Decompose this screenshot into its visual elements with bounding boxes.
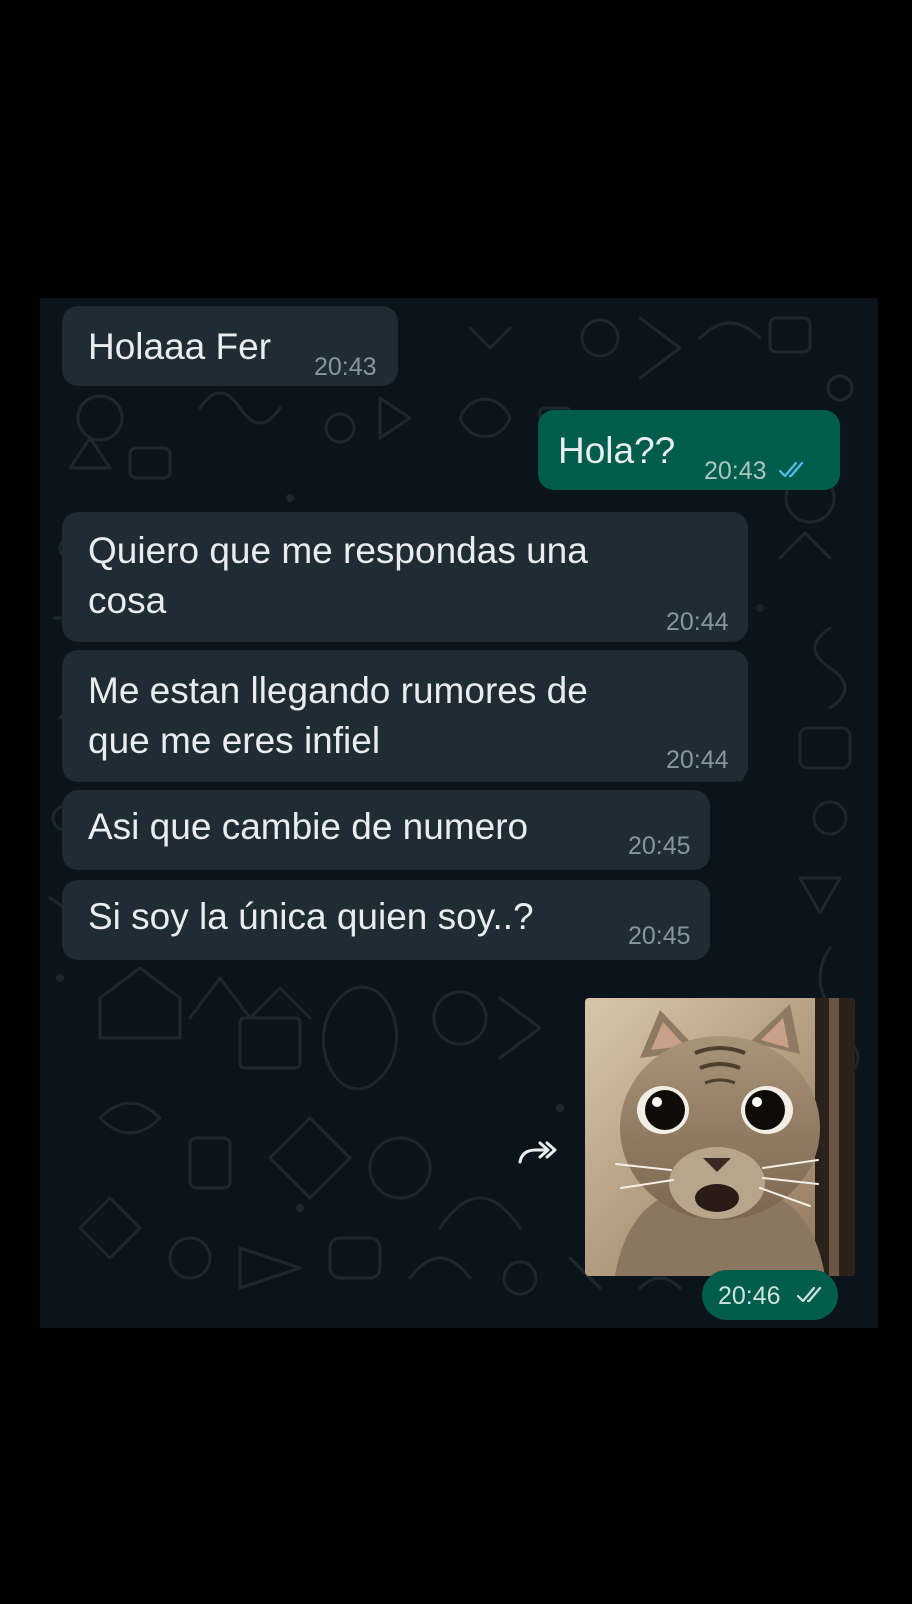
- forward-icon: [518, 1141, 557, 1164]
- chat-conversation[interactable]: Holaaa Fer 20:43 Hola?? 20:43 Quiero que…: [40, 298, 878, 1328]
- message-bubble-incoming[interactable]: Me estan llegando rumores de que me eres…: [62, 650, 748, 782]
- screen: Holaaa Fer 20:43 Hola?? 20:43 Quiero que…: [0, 0, 912, 1604]
- image-timestamp-badge: 20:46: [702, 1270, 838, 1320]
- message-text: Si soy la única quien soy..?: [88, 896, 534, 937]
- message-time: 20:46: [718, 1282, 781, 1310]
- message-bubble-incoming[interactable]: Quiero que me respondas una cosa 20:44: [62, 512, 748, 642]
- message-text: Hola??: [558, 430, 676, 471]
- message-time: 20:45: [628, 922, 691, 950]
- message-text: Asi que cambie de numero: [88, 806, 529, 847]
- shocked-cat-photo: [585, 998, 855, 1276]
- double-check-icon: [778, 461, 804, 478]
- forward-button[interactable]: [510, 1128, 566, 1184]
- message-time: 20:43: [704, 457, 767, 485]
- message-time: 20:44: [666, 746, 729, 774]
- message-text: Holaaa Fer: [88, 326, 272, 367]
- message-text: Me estan llegando rumores de que me eres…: [88, 670, 588, 761]
- image-message[interactable]: [585, 998, 855, 1276]
- double-check-icon: [796, 1286, 822, 1303]
- message-bubble-incoming[interactable]: Asi que cambie de numero 20:45: [62, 790, 710, 870]
- message-bubble-outgoing[interactable]: Hola?? 20:43: [538, 410, 840, 490]
- message-bubble-incoming[interactable]: Holaaa Fer 20:43: [62, 306, 398, 386]
- message-bubble-incoming[interactable]: Si soy la única quien soy..? 20:45: [62, 880, 710, 960]
- message-time: 20:44: [666, 608, 729, 636]
- message-text: Quiero que me respondas una cosa: [88, 530, 588, 621]
- message-time: 20:45: [628, 832, 691, 860]
- message-time: 20:43: [314, 353, 377, 381]
